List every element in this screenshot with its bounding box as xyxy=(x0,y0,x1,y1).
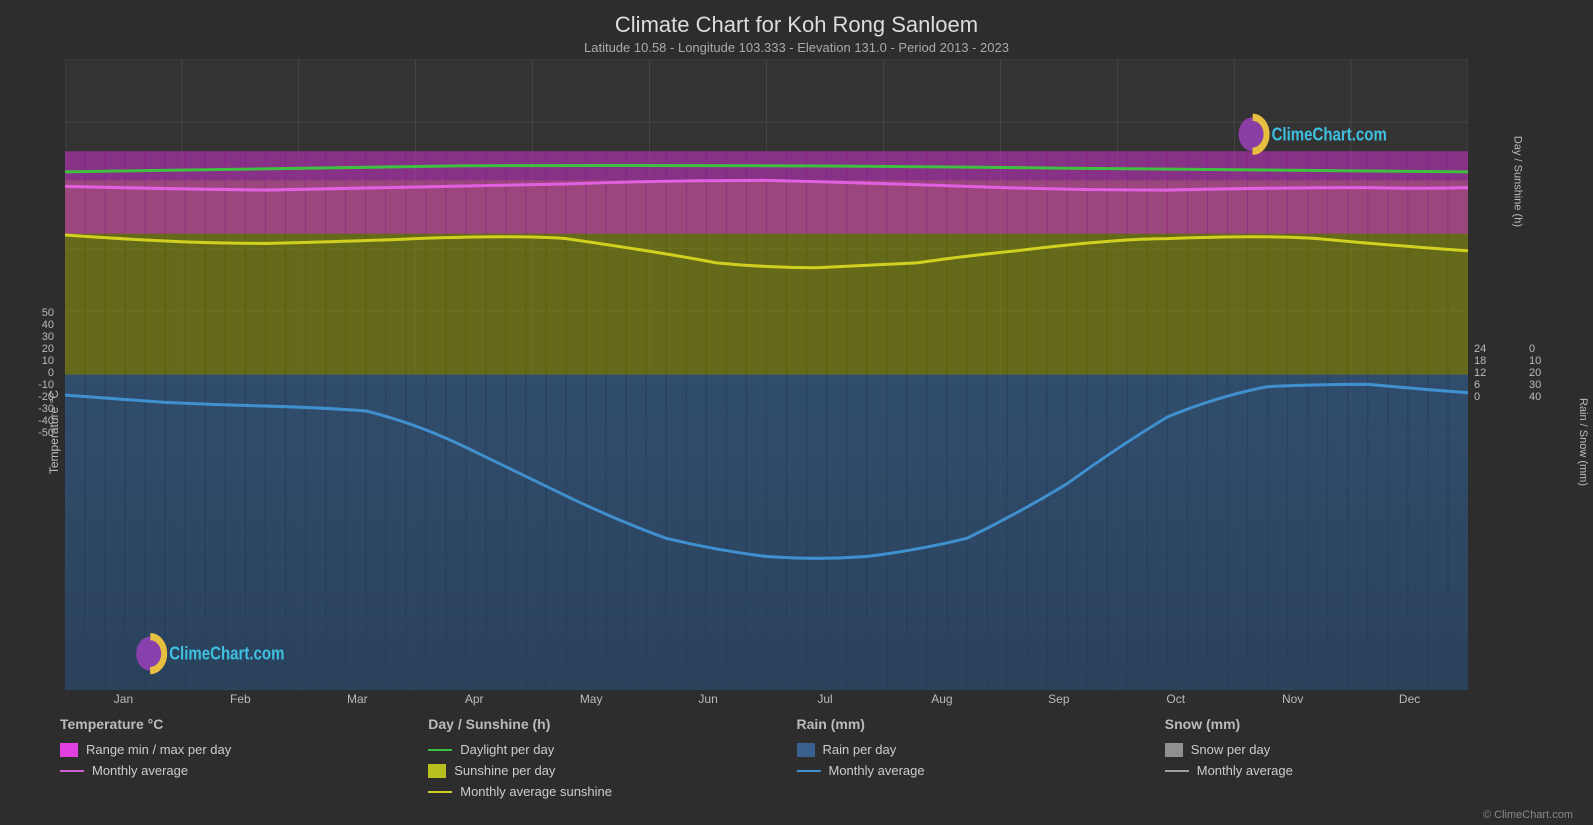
legend-item-range: Range min / max per day xyxy=(60,742,428,757)
x-axis-labels: Jan Feb Mar Apr May Jun Jul Aug Sep Oct … xyxy=(65,692,1468,706)
legend-item-rain-avg: Monthly average xyxy=(797,763,1165,778)
legend-item-snow: Snow per day xyxy=(1165,742,1533,757)
legend-rain-monthly-avg: Monthly average xyxy=(829,763,925,778)
chart-header: Climate Chart for Koh Rong Sanloem Latit… xyxy=(0,0,1593,59)
svg-text:ClimeChart.com: ClimeChart.com xyxy=(169,643,284,664)
legend-snow-monthly-avg: Monthly average xyxy=(1197,763,1293,778)
svg-text:ClimeChart.com: ClimeChart.com xyxy=(1272,124,1387,145)
y-axis-left: 50 40 30 20 10 0 -10 -20 -30 -40 -50 xyxy=(10,303,60,463)
y-axis-right-2: 0 10 20 30 40 xyxy=(1523,339,1573,427)
copyright-text: © ClimeChart.com xyxy=(0,809,1593,825)
chart-subtitle: Latitude 10.58 - Longitude 103.333 - Ele… xyxy=(0,40,1593,55)
y-axis-right-2-label: Rain / Snow (mm) xyxy=(1577,398,1589,486)
line-daylight xyxy=(428,749,452,751)
legend-title-snow: Snow (mm) xyxy=(1165,716,1533,732)
swatch-sunshine xyxy=(428,764,446,778)
chart-svg: ClimeChart.com ClimeChart.com xyxy=(65,59,1468,690)
chart-svg-wrapper: ClimeChart.com ClimeChart.com Jan Feb Ma… xyxy=(65,59,1468,706)
y-axis-right-1: 24 18 12 6 0 xyxy=(1468,339,1518,427)
chart-title: Climate Chart for Koh Rong Sanloem xyxy=(0,12,1593,38)
legend-title-sunshine: Day / Sunshine (h) xyxy=(428,716,796,732)
line-snow-avg xyxy=(1165,770,1189,772)
legend-item-rain: Rain per day xyxy=(797,742,1165,757)
legend-snow-per-day: Snow per day xyxy=(1191,742,1271,757)
legend-title-temp: Temperature °C xyxy=(60,716,428,732)
legend-item-daylight: Daylight per day xyxy=(428,742,796,757)
legend-group-temperature: Temperature °C Range min / max per day M… xyxy=(60,716,428,799)
y-axis-right-1-label: Day / Sunshine (h) xyxy=(1511,136,1523,227)
legend-group-snow: Snow (mm) Snow per day Monthly average xyxy=(1165,716,1533,799)
line-temp-avg xyxy=(60,770,84,772)
line-sunshine-avg xyxy=(428,791,452,793)
legend-area: Temperature °C Range min / max per day M… xyxy=(0,706,1593,809)
legend-temp-monthly-avg: Monthly average xyxy=(92,763,188,778)
swatch-snow xyxy=(1165,743,1183,757)
legend-group-sunshine: Day / Sunshine (h) Daylight per day Suns… xyxy=(428,716,796,799)
legend-item-sunshine-avg: Monthly average sunshine xyxy=(428,784,796,799)
chart-svg-container: ClimeChart.com ClimeChart.com xyxy=(65,59,1468,690)
line-rain-avg xyxy=(797,770,821,772)
legend-title-rain: Rain (mm) xyxy=(797,716,1165,732)
legend-item-snow-avg: Monthly average xyxy=(1165,763,1533,778)
swatch-rain xyxy=(797,743,815,757)
main-container: Climate Chart for Koh Rong Sanloem Latit… xyxy=(0,0,1593,825)
swatch-range xyxy=(60,743,78,757)
legend-item-temp-avg: Monthly average xyxy=(60,763,428,778)
legend-item-sunshine: Sunshine per day xyxy=(428,763,796,778)
chart-area-wrapper: Temperature °C 50 40 30 20 10 0 -10 -20 … xyxy=(10,59,1583,706)
legend-group-rain: Rain (mm) Rain per day Monthly average xyxy=(797,716,1165,799)
